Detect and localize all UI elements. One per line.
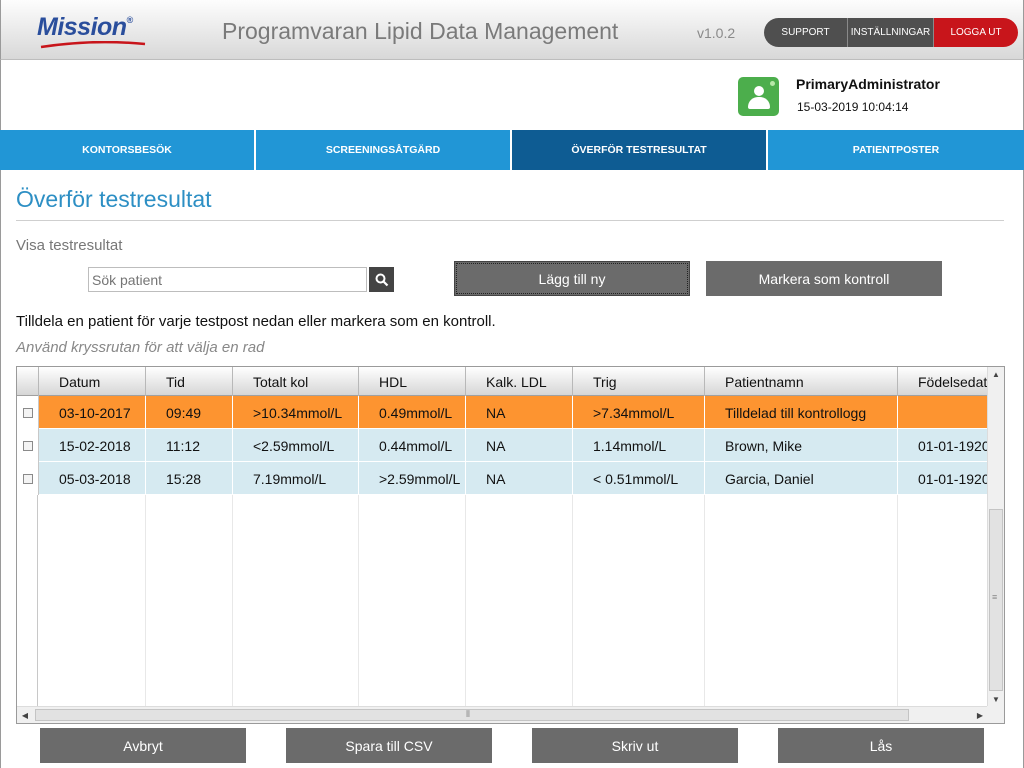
scroll-up-icon[interactable]: ▲ (988, 367, 1004, 381)
grip-icon: ⦀ (466, 709, 470, 719)
window-border-left (0, 170, 1, 768)
table-cell: 05-03-2018 (39, 462, 146, 495)
column-header[interactable]: Kalk. LDL (466, 367, 573, 396)
page-title: Överför testresultat (16, 186, 212, 212)
save-csv-button[interactable]: Spara till CSV (286, 728, 492, 763)
scroll-right-icon[interactable]: ▶ (972, 707, 988, 723)
table-row[interactable]: 03-10-2017 09:49 >10.34mmol/L 0.49mmol/L… (17, 396, 988, 429)
tab-patientposter[interactable]: PATIENTPOSTER (768, 130, 1024, 170)
mark-as-control-button[interactable]: Markera som kontroll (706, 261, 942, 296)
table-cell: >10.34mmol/L (233, 396, 359, 429)
app-title: Programvaran Lipid Data Management (222, 18, 619, 44)
column-header[interactable]: Totalt kol (233, 367, 359, 396)
current-datetime: 15-03-2019 10:04:14 (797, 100, 909, 114)
column-header[interactable]: HDL (359, 367, 466, 396)
main-tabs: KONTORSBESÖK SCREENINGSÅTGÄRD ÖVERFÖR TE… (0, 130, 1024, 170)
instruction-text: Tilldela en patient för varje testpost n… (16, 313, 496, 330)
table-cell: < 0.51mmol/L (573, 462, 705, 495)
app-header: Mission® Programvaran Lipid Data Managem… (0, 0, 1024, 60)
table-header: Datum Tid Totalt kol HDL Kalk. LDL Trig … (17, 367, 988, 396)
support-button[interactable]: SUPPORT (764, 18, 848, 47)
table-cell: 15:28 (146, 462, 233, 495)
header-checkbox-column (17, 367, 39, 396)
horizontal-scrollbar[interactable]: ◀ ⦀ ▶ (17, 706, 988, 723)
table-cell: <2.59mmol/L (233, 429, 359, 462)
table-cell: NA (466, 396, 573, 429)
tab-screeningsatgard[interactable]: SCREENINGSÅTGÄRD (256, 130, 512, 170)
patient-search-input[interactable] (88, 267, 367, 292)
scroll-down-icon[interactable]: ▼ (988, 692, 1004, 706)
hint-text: Använd kryssrutan för att välja en rad (16, 339, 265, 356)
table-cell: 01-01-1920 (898, 462, 988, 495)
lock-button[interactable]: Lås (778, 728, 984, 763)
table-cell: Tilldelad till kontrollogg (705, 396, 898, 429)
column-header[interactable]: Datum (39, 367, 146, 396)
scroll-left-icon[interactable]: ◀ (17, 707, 33, 723)
row-checkbox-cell (17, 396, 39, 429)
row-checkbox-cell (17, 429, 39, 462)
test-results-table: Datum Tid Totalt kol HDL Kalk. LDL Trig … (16, 366, 1005, 724)
logo-text: Mission (37, 13, 127, 41)
column-header[interactable]: Trig (573, 367, 705, 396)
tab-overfor-testresultat[interactable]: ÖVERFÖR TESTRESULTAT (512, 130, 768, 170)
add-new-button[interactable]: Lägg till ny (454, 261, 690, 296)
tab-kontorsbesok[interactable]: KONTORSBESÖK (0, 130, 256, 170)
row-checkbox-cell (17, 462, 39, 495)
vertical-scrollbar[interactable]: ▲ ≡ ▼ (987, 367, 1004, 707)
scrollbar-corner (987, 706, 1004, 723)
row-checkbox[interactable] (22, 440, 33, 451)
table-cell: 09:49 (146, 396, 233, 429)
table-cell: 01-01-1920 (898, 429, 988, 462)
column-divider (17, 495, 898, 707)
table-cell: 0.49mmol/L (359, 396, 466, 429)
vertical-scroll-thumb[interactable]: ≡ (989, 509, 1003, 691)
table-cell: 7.19mmol/L (233, 462, 359, 495)
grip-icon: ≡ (992, 592, 998, 602)
table-cell (898, 396, 988, 429)
table-cell: 1.14mmol/L (573, 429, 705, 462)
table-cell: 15-02-2018 (39, 429, 146, 462)
logo-registered-mark: ® (126, 15, 134, 25)
column-header[interactable]: Födelsedatum (898, 367, 988, 396)
column-header[interactable]: Patientnamn (705, 367, 898, 396)
settings-button[interactable]: INSTÄLLNINGAR (848, 18, 934, 47)
table-cell: Brown, Mike (705, 429, 898, 462)
logo-swoosh-icon (40, 41, 146, 49)
logout-button[interactable]: LOGGA UT (934, 18, 1018, 47)
header-button-group: SUPPORT INSTÄLLNINGAR LOGGA UT (764, 18, 1018, 47)
print-button[interactable]: Skriv ut (532, 728, 738, 763)
user-avatar-icon (738, 77, 779, 116)
section-label: Visa testresultat (16, 237, 123, 254)
row-checkbox[interactable] (22, 407, 33, 418)
row-checkbox[interactable] (22, 473, 33, 484)
title-divider (16, 220, 1004, 221)
table-cell: 11:12 (146, 429, 233, 462)
search-button[interactable] (369, 267, 394, 292)
mission-logo: Mission® (37, 13, 133, 42)
table-viewport: Datum Tid Totalt kol HDL Kalk. LDL Trig … (17, 367, 988, 707)
table-cell: Garcia, Daniel (705, 462, 898, 495)
user-area: PrimaryAdministrator 15-03-2019 10:04:14 (0, 60, 1024, 130)
table-cell: NA (466, 429, 573, 462)
table-cell: 03-10-2017 (39, 396, 146, 429)
table-cell: 0.44mmol/L (359, 429, 466, 462)
table-row[interactable]: 05-03-2018 15:28 7.19mmol/L >2.59mmol/L … (17, 462, 988, 495)
column-header[interactable]: Tid (146, 367, 233, 396)
user-name: PrimaryAdministrator (796, 76, 940, 92)
horizontal-scroll-thumb[interactable]: ⦀ (35, 709, 909, 721)
table-row[interactable]: 15-02-2018 11:12 <2.59mmol/L 0.44mmol/L … (17, 429, 988, 462)
table-cell: >7.34mmol/L (573, 396, 705, 429)
cancel-button[interactable]: Avbryt (40, 728, 246, 763)
app-version: v1.0.2 (697, 25, 736, 41)
search-icon (375, 273, 388, 286)
table-cell: >2.59mmol/L (359, 462, 466, 495)
table-cell: NA (466, 462, 573, 495)
